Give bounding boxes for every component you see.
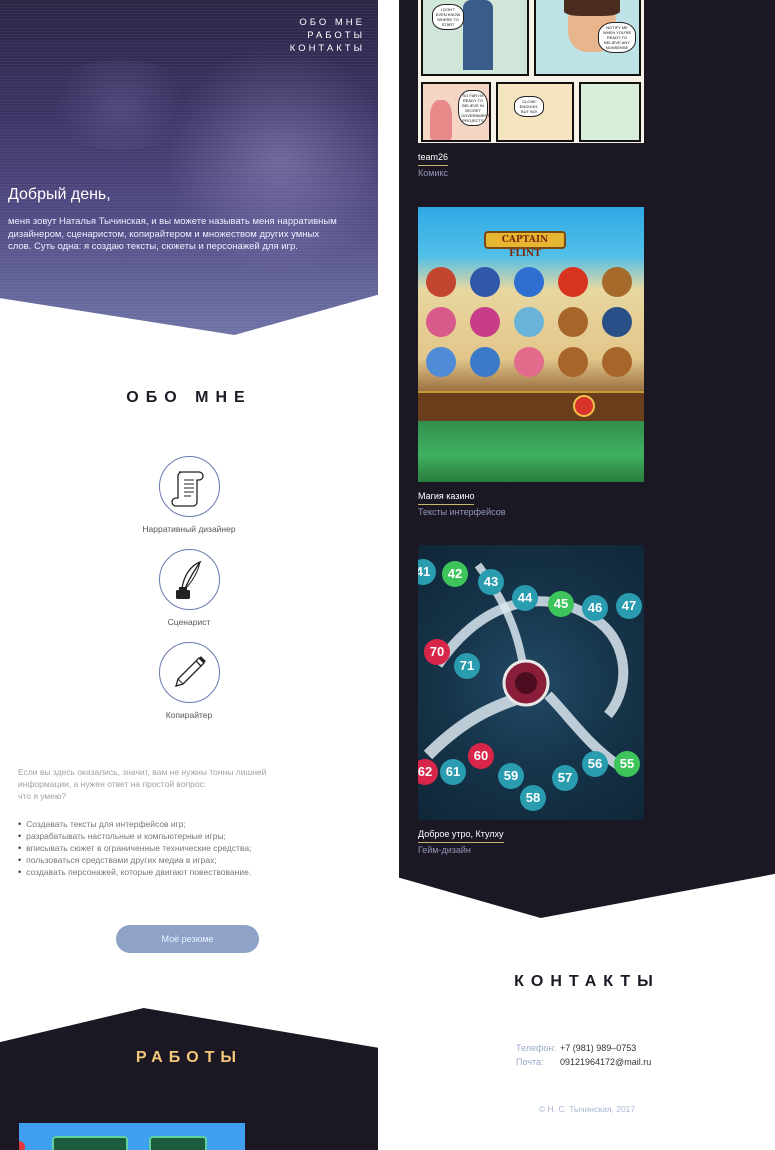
email-label: Почта: (516, 1057, 544, 1067)
slot-symbol (558, 347, 588, 377)
comic-bubble: I DON'T EVEN KNOW WHERE TO START (432, 4, 464, 30)
slot-symbol (514, 347, 544, 377)
nav-about-link[interactable]: ОБО МНЕ (290, 16, 365, 29)
comic-bubble: NOTIFY ME WHEN YOU'RE READY TO BELIEVE A… (598, 22, 636, 53)
skill-item: пользоваться средствами других медиа в и… (18, 854, 348, 866)
work-name[interactable]: Магия казино (418, 491, 475, 505)
slot-symbol (602, 347, 632, 377)
skills-list: Создавать тексты для интерфейсов игр; ра… (18, 818, 348, 878)
role-copywriter: Копирайтер (0, 642, 378, 720)
scroll-icon (158, 456, 220, 517)
about-title: ОБО МНЕ (126, 389, 252, 406)
copyright: © Н. С. Тычинская, 2017 (538, 1104, 636, 1114)
right-column: I DON'T EVEN KNOW WHERE TO START NOTIFY … (399, 0, 775, 1150)
lead-line: информации, а нужен ответ на простой воп… (18, 779, 207, 789)
skill-item: вписывать сюжет в ограниченные техническ… (18, 842, 348, 854)
slot-symbol (470, 347, 500, 377)
works-title: РАБОТЫ (135, 1049, 243, 1066)
number-ball: 47 (616, 593, 642, 619)
contacts-title: КОНТАКТЫ (514, 973, 660, 990)
resume-button[interactable]: Моё резюме (116, 925, 259, 953)
work-name[interactable]: Доброе утро, Ктулху (418, 829, 504, 843)
number-ball: 59 (498, 763, 524, 789)
nav-contacts-link[interactable]: КОНТАКТЫ (290, 42, 365, 55)
left-column: ОБО МНЕ РАБОТЫ КОНТАКТЫ Добрый день, мен… (0, 0, 378, 1150)
phone-label: Телефон: (516, 1043, 556, 1053)
lead-line: что я умею? (18, 791, 67, 801)
skill-item: создавать персонажей, которые двигают по… (18, 866, 348, 878)
comic-hair (564, 0, 620, 16)
comic-bubble: SO FAR I'M READY TO BELIEVE IN SECRET GO… (458, 90, 490, 126)
work-image-comic[interactable]: I DON'T EVEN KNOW WHERE TO START NOTIFY … (418, 0, 644, 143)
phone-value[interactable]: +7 (981) 989–0753 (560, 1043, 636, 1053)
number-ball: 61 (440, 759, 466, 785)
slot-symbol (558, 307, 588, 337)
comic-bubble: CLOSE ENOUGH, BUT NO! (514, 96, 544, 117)
contacts-block: Телефон: +7 (981) 989–0753 Почта: 09121964… (516, 1041, 651, 1069)
number-ball: 70 (424, 639, 450, 665)
pen-icon (158, 642, 220, 703)
work-card-cthulhu[interactable]: 41 42 43 44 45 46 47 70 71 60 62 61 59 5… (418, 545, 644, 855)
hero-portrait-eye (40, 60, 200, 150)
skill-item: Создавать тексты для интерфейсов игр; (18, 818, 348, 830)
comic-figure (430, 100, 452, 140)
number-ball: 56 (582, 751, 608, 777)
contact-email-row: Почта: 09121964172@mail.ru (516, 1055, 651, 1069)
hero-intro: меня зовут Наталья Тычинская, и вы может… (8, 216, 337, 252)
hero-greeting: Добрый день, (8, 186, 111, 203)
work-card-casino[interactable]: CAPTAIN FLINT Магия казино Тексты интерф… (418, 207, 644, 517)
slot-symbol (514, 307, 544, 337)
role-label: Нарративный дизайнер (142, 524, 236, 534)
number-ball: 43 (478, 569, 504, 595)
nav-works-link[interactable]: РАБОТЫ (290, 29, 365, 42)
role-scriptwriter: Сценарист (0, 549, 378, 627)
peek-decoration (19, 1141, 25, 1150)
number-ball: 55 (614, 751, 640, 777)
slot-symbol (426, 347, 456, 377)
work-image-octopus[interactable]: 41 42 43 44 45 46 47 70 71 60 62 61 59 5… (418, 545, 644, 820)
about-lead: Если вы здесь оказались, значит, вам не … (18, 766, 338, 802)
peek-card (149, 1136, 207, 1150)
slot-control-bar (418, 391, 644, 421)
slot-symbol (426, 307, 456, 337)
number-ball: 42 (442, 561, 468, 587)
quill-inkwell-icon (158, 549, 220, 610)
work-name[interactable]: team26 (418, 152, 449, 166)
number-ball: 57 (552, 765, 578, 791)
contact-phone-row: Телефон: +7 (981) 989–0753 (516, 1041, 651, 1055)
number-ball: 60 (468, 743, 494, 769)
work-card-team26[interactable]: I DON'T EVEN KNOW WHERE TO START NOTIFY … (418, 0, 644, 178)
comic-panel (579, 82, 641, 142)
slot-symbol (602, 307, 632, 337)
comic-figure (463, 0, 493, 70)
role-narrative-designer: Нарративный дизайнер (0, 456, 378, 534)
slot-symbol (602, 267, 632, 297)
slot-symbol (426, 267, 456, 297)
number-ball: 44 (512, 585, 538, 611)
spin-button (573, 395, 595, 417)
number-ball: 46 (582, 595, 608, 621)
slot-symbol (470, 267, 500, 297)
role-label: Сценарист (167, 617, 211, 627)
work-image-casino[interactable]: CAPTAIN FLINT (418, 207, 644, 482)
slot-symbol (558, 267, 588, 297)
lead-line: Если вы здесь оказались, значит, вам не … (18, 767, 267, 777)
main-nav: ОБО МНЕ РАБОТЫ КОНТАКТЫ (290, 16, 365, 55)
casino-logo: CAPTAIN FLINT (484, 231, 566, 259)
skill-item: разрабатывать настольные и компьютерные … (18, 830, 348, 842)
work-category: Комикс (418, 168, 449, 178)
slot-symbol (514, 267, 544, 297)
number-ball: 58 (520, 785, 546, 811)
role-label: Копирайтер (165, 710, 213, 720)
work-category: Гейм-дизайн (418, 845, 471, 855)
work-category: Тексты интерфейсов (418, 507, 506, 517)
number-ball: 71 (454, 653, 480, 679)
number-ball: 45 (548, 591, 574, 617)
email-value[interactable]: 09121964172@mail.ru (560, 1057, 651, 1067)
slot-symbol (470, 307, 500, 337)
peek-card (52, 1136, 128, 1150)
work-thumbnail-peek[interactable] (19, 1123, 245, 1150)
